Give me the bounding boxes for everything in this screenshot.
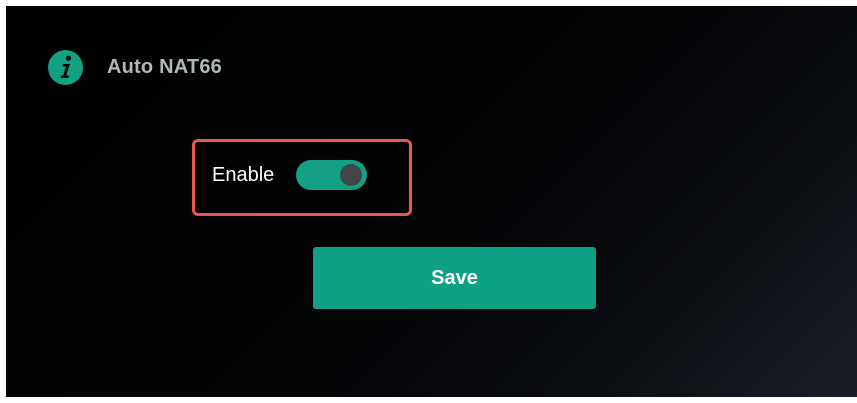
enable-label: Enable bbox=[212, 163, 275, 186]
enable-toggle[interactable] bbox=[296, 160, 368, 190]
info-glyph bbox=[60, 55, 71, 78]
toggle-knob bbox=[340, 164, 363, 186]
section-header: Auto NAT66 bbox=[48, 49, 222, 85]
section-title: Auto NAT66 bbox=[107, 55, 222, 78]
info-icon bbox=[48, 49, 83, 85]
save-button[interactable]: Save bbox=[313, 247, 596, 309]
settings-panel: Auto NAT66 bbox=[6, 6, 857, 397]
enable-row: Enable bbox=[212, 160, 368, 190]
